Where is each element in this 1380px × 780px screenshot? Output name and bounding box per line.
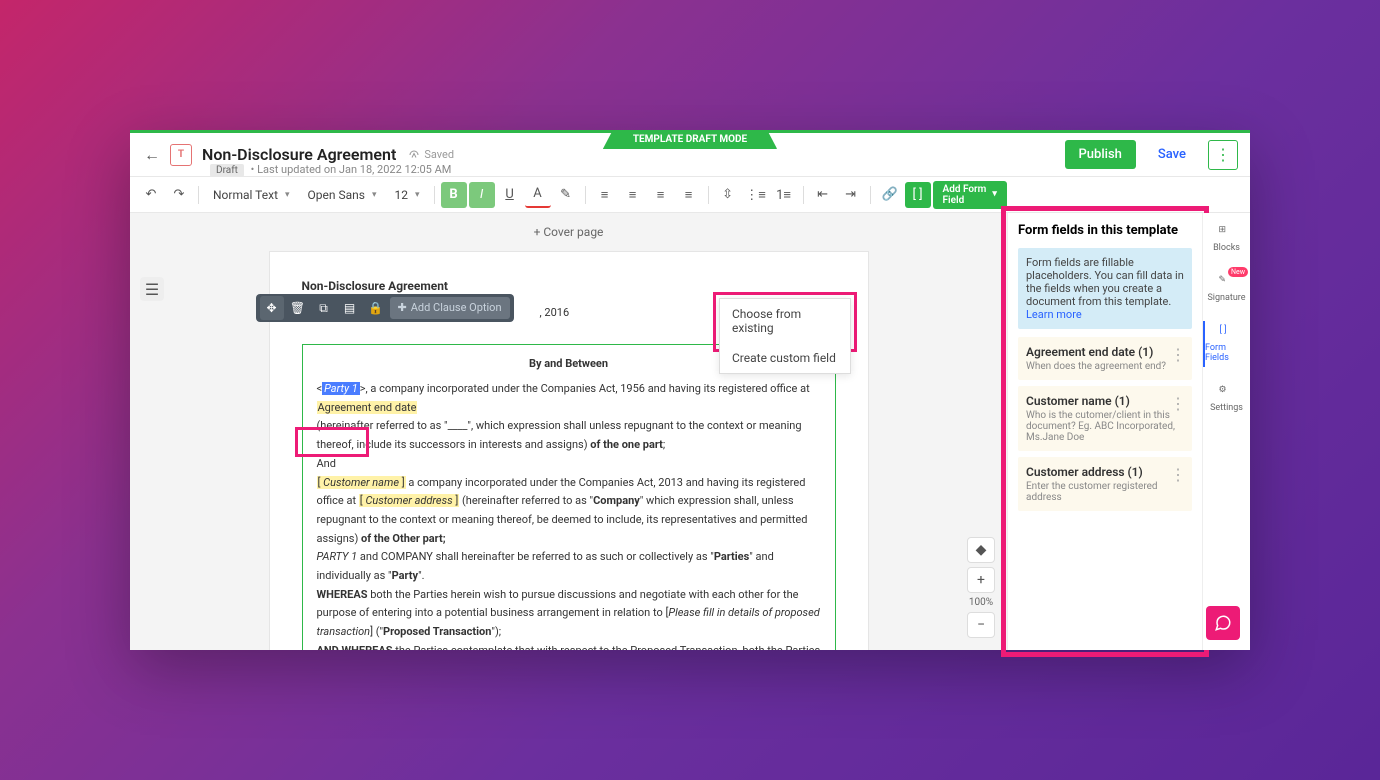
panel-title: Form fields in this template bbox=[1018, 223, 1192, 238]
template-icon[interactable]: ▤ bbox=[338, 296, 362, 320]
agreement-end-date-field[interactable]: Agreement end date bbox=[317, 401, 418, 414]
form-fields-tab[interactable]: [ ] Form Fields bbox=[1203, 321, 1250, 367]
back-button[interactable]: ← bbox=[142, 145, 162, 165]
canvas: ☰ + Cover page Non-Disclosure Agreement … bbox=[130, 213, 1007, 650]
toolbar: ↶ ↷ Normal Text Open Sans 12 B I U A ✎ ≡… bbox=[130, 177, 1250, 213]
undo-button[interactable]: ↶ bbox=[138, 182, 164, 208]
copy-icon[interactable]: ⧉ bbox=[312, 296, 336, 320]
form-field-item[interactable]: Customer name (1) Who is the cutomer/cli… bbox=[1018, 386, 1192, 451]
zoom-level: 100% bbox=[967, 597, 995, 608]
settings-tab[interactable]: ⚙ Settings bbox=[1203, 381, 1250, 417]
color-bucket-button[interactable]: ◆ bbox=[967, 537, 995, 563]
signature-tab[interactable]: New ✎ Signature bbox=[1203, 271, 1250, 307]
form-fields-panel: Form fields in this template Form fields… bbox=[1007, 213, 1202, 650]
publish-button[interactable]: Publish bbox=[1065, 140, 1136, 169]
form-fields-icon: [ ] bbox=[1220, 325, 1236, 341]
link-button[interactable]: 🔗 bbox=[877, 182, 903, 208]
indent-button[interactable]: ⇥ bbox=[838, 182, 864, 208]
add-clause-option-button[interactable]: ✚ Add Clause Option bbox=[390, 297, 510, 319]
align-right-button[interactable]: ≡ bbox=[648, 182, 674, 208]
numbered-list-button[interactable]: 1≡ bbox=[771, 182, 797, 208]
move-handle-icon[interactable]: ✥ bbox=[260, 296, 284, 320]
line-spacing-button[interactable]: ⇳ bbox=[715, 182, 741, 208]
underline-button[interactable]: U bbox=[497, 182, 523, 208]
right-sidebar-tabs: ⊞ Blocks New ✎ Signature [ ] Form Fields… bbox=[1202, 213, 1250, 650]
doc-meta: Draft • Last updated on Jan 18, 2022 12:… bbox=[210, 163, 451, 176]
customer-name-field[interactable]: Customer name bbox=[323, 476, 399, 489]
add-cover-button[interactable]: + Cover page bbox=[130, 213, 1007, 251]
template-type-icon: T bbox=[170, 144, 192, 166]
clause-block[interactable]: By and Between <Party 1>, a company inco… bbox=[302, 344, 836, 650]
more-button[interactable]: ⋮ bbox=[1208, 140, 1238, 170]
blocks-tab[interactable]: ⊞ Blocks bbox=[1203, 221, 1250, 257]
learn-more-link[interactable]: Learn more bbox=[1026, 308, 1082, 321]
signature-icon: ✎ bbox=[1219, 275, 1235, 291]
info-box: Form fields are fillable placeholders. Y… bbox=[1018, 248, 1192, 329]
zoom-in-button[interactable]: + bbox=[967, 567, 995, 593]
new-badge: New bbox=[1228, 267, 1248, 277]
bold-button[interactable]: B bbox=[441, 182, 467, 208]
add-field-dropdown: Choose from existing Create custom field bbox=[719, 298, 851, 374]
field-menu-icon[interactable]: ⋮ bbox=[1170, 345, 1186, 364]
outline-toggle-button[interactable]: ☰ bbox=[140, 277, 164, 301]
redo-button[interactable]: ↷ bbox=[166, 182, 192, 208]
text-color-button[interactable]: A bbox=[525, 182, 551, 208]
saved-indicator: Saved bbox=[408, 148, 454, 161]
font-select[interactable]: Open Sans bbox=[300, 184, 385, 206]
save-button[interactable]: Save bbox=[1144, 140, 1200, 169]
bracket-button[interactable]: [ ] bbox=[905, 182, 931, 208]
field-menu-icon[interactable]: ⋮ bbox=[1170, 394, 1186, 413]
italic-button[interactable]: I bbox=[469, 182, 495, 208]
form-field-item[interactable]: Customer address (1) Enter the customer … bbox=[1018, 457, 1192, 511]
zoom-controls: ◆ + 100% − bbox=[967, 537, 995, 638]
size-select[interactable]: 12 bbox=[387, 184, 428, 206]
zoom-out-button[interactable]: − bbox=[967, 612, 995, 638]
customer-address-field[interactable]: Customer address bbox=[365, 494, 452, 507]
align-center-button[interactable]: ≡ bbox=[620, 182, 646, 208]
add-form-field-button[interactable]: Add FormField ▾ bbox=[933, 181, 1007, 209]
clause-floating-toolbar: ✥ 🗑 ⧉ ▤ 🔒 ✚ Add Clause Option bbox=[256, 294, 514, 322]
outdent-button[interactable]: ⇤ bbox=[810, 182, 836, 208]
gear-icon: ⚙ bbox=[1219, 385, 1235, 401]
blocks-icon: ⊞ bbox=[1219, 225, 1235, 241]
clause-line: <Party 1>, a company incorporated under … bbox=[317, 380, 821, 417]
template-mode-banner: TEMPLATE DRAFT MODE bbox=[603, 130, 777, 149]
date-fragment: , 2016 bbox=[540, 304, 570, 323]
field-menu-icon[interactable]: ⋮ bbox=[1170, 465, 1186, 484]
create-custom-option[interactable]: Create custom field bbox=[720, 343, 850, 373]
align-justify-button[interactable]: ≡ bbox=[676, 182, 702, 208]
form-field-item[interactable]: Agreement end date (1) When does the agr… bbox=[1018, 337, 1192, 380]
text-style-select[interactable]: Normal Text bbox=[205, 184, 298, 206]
lock-icon[interactable]: 🔒 bbox=[364, 296, 388, 320]
align-left-button[interactable]: ≡ bbox=[592, 182, 618, 208]
party1-field[interactable]: Party 1 bbox=[322, 382, 360, 395]
highlight-button[interactable]: ✎ bbox=[553, 182, 579, 208]
bulleted-list-button[interactable]: ⋮≡ bbox=[743, 182, 769, 208]
chat-fab-button[interactable] bbox=[1206, 606, 1240, 640]
choose-existing-option[interactable]: Choose from existing bbox=[720, 299, 850, 343]
delete-icon[interactable]: 🗑 bbox=[286, 296, 310, 320]
document-title: Non-Disclosure Agreement bbox=[202, 145, 396, 164]
chat-icon bbox=[1214, 614, 1232, 632]
